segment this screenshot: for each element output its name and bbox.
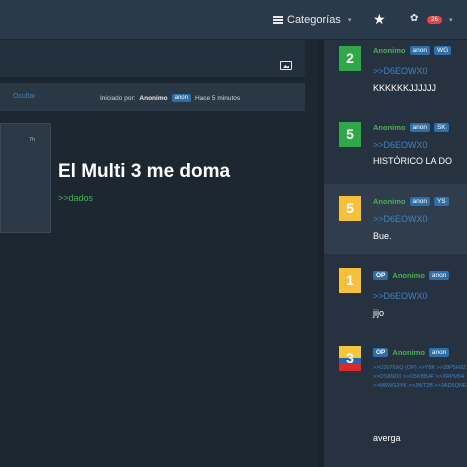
reply-text: Bue. [373,231,392,241]
anon-badge: anon [428,348,450,357]
started-by-label: Iniciado por: [100,94,136,102]
reply-meta: OP Anonimo anon [373,271,450,280]
hide-link[interactable]: Ocultar [13,93,36,100]
poster-id-tag: SK [433,123,449,132]
replies-panel: 2 Anonimo anon WG >>D6EOWX0 KKKKKKJJJJJJ… [324,40,467,467]
reply-quote-link[interactable]: >>D6EOWX0 [373,291,428,301]
reply-text: averga [373,433,401,443]
reply-meta: Anonimo anon SK [373,123,449,132]
poster-id-tag: YS [433,197,449,206]
dice-number: 5 [339,196,361,221]
notification-badge[interactable]: 26 [427,16,442,24]
anon-badge: anon [409,46,430,55]
reply-item: 1 OP Anonimo anon >>D6EOWX0 jijo [324,262,467,332]
top-navbar: Categorías ▾ ★ ✿ 26 ▾ [0,0,467,40]
reply-text: HISTÓRICO LA DO [373,156,453,166]
chevron-down-icon[interactable]: ▾ [449,16,453,24]
reply-meta: Anonimo anon WG [373,46,452,55]
reply-item: 2 Anonimo anon WG >>D6EOWX0 KKKKKKJJJJJJ [324,40,467,110]
op-badge: OP [373,271,389,280]
dice-number: 3 [346,350,354,366]
star-icon[interactable]: ★ [373,11,386,28]
thread-author-info: Iniciado por: Anonimo anon Hace 5 minuto… [100,94,240,102]
op-badge: OP [373,348,389,357]
dice-number: 2 [339,46,361,71]
reply-meta: Anonimo anon YS [373,197,449,206]
reply-item: 3 OP Anonimo anon >>U3076XQ (OP) >>Y5K >… [324,340,467,450]
anon-badge: anon [171,94,191,102]
author-name: Anonimo [139,94,168,102]
reply-author: Anonimo [373,46,406,55]
chevron-down-icon: ▾ [347,17,352,24]
reply-author: Anonimo [373,123,406,132]
anon-badge: anon [409,123,430,132]
categories-label: Categorías [287,14,341,26]
reply-text: KKKKKKJJJJJJ [373,83,437,93]
thread-body-link[interactable]: >>dados [58,193,93,203]
thread-time: Hace 5 minutos [194,94,241,102]
reply-quote-link[interactable]: >>D6EOWX0 [373,140,428,150]
image-icon[interactable] [280,61,292,70]
thread-panel: Ocultar Iniciado por: Anonimo anon Hace … [0,40,318,467]
reply-author: Anonimo [373,197,406,206]
anon-badge: anon [428,271,450,280]
user-menu-icon[interactable]: ✿ [410,13,418,24]
reply-item: 5 Anonimo anon SK >>D6EOWX0 HISTÓRICO LA… [324,118,467,186]
poster-id-tag: WG [433,46,452,55]
thread-toolbar [0,40,305,78]
dice-flag-icon: 3 [339,346,361,371]
reply-item: 5 Anonimo anon YS >>D6EOWX0 Bue. [324,184,467,254]
hamburger-icon [273,16,283,24]
anon-badge: anon [409,197,430,206]
reply-author: Anonimo [392,348,425,357]
reply-text: jijo [373,308,385,318]
reply-quote-links[interactable]: >>U3076XQ (OP) >>Y5K >>39P5H9Z >>OS8ND0 … [373,364,467,391]
categories-menu[interactable]: Categorías ▾ [273,14,351,26]
dice-number: 5 [339,122,361,147]
dice-number: 1 [339,268,361,293]
thread-card[interactable]: 7h [0,123,51,233]
thread-title: El Multi 3 me doma [58,161,231,182]
reply-meta: OP Anonimo anon [373,348,450,357]
reply-quote-link[interactable]: >>D6EOWX0 [373,66,428,76]
card-timestamp: 7h [29,137,36,143]
reply-quote-link[interactable]: >>D6EOWX0 [373,214,428,224]
reply-author: Anonimo [392,271,425,280]
